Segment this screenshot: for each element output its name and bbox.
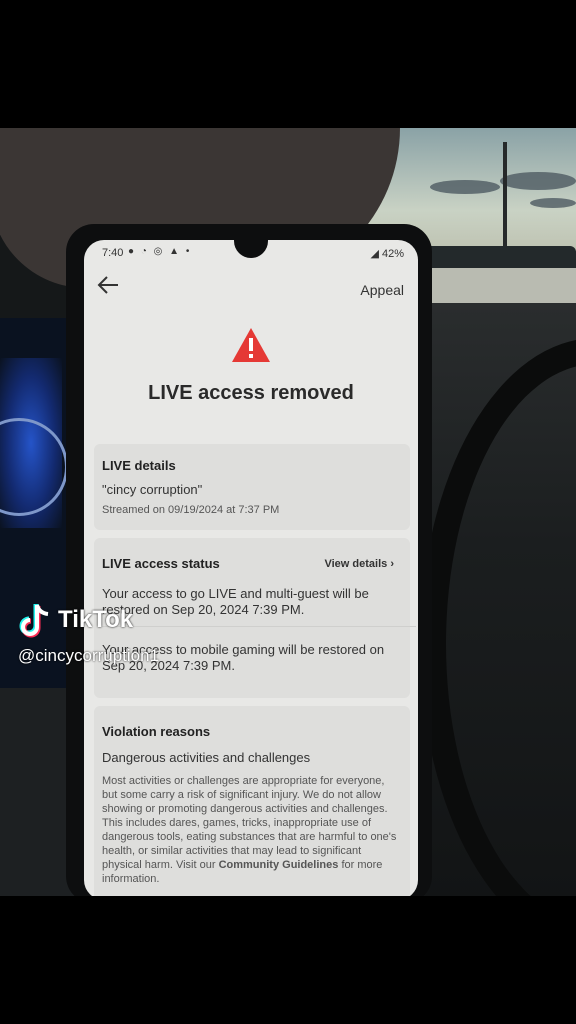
left-dashboard [0, 688, 76, 896]
tiktok-logo-icon [19, 604, 49, 638]
divider [100, 626, 416, 627]
live-restore-text: Your access to go LIVE and multi-guest w… [102, 586, 369, 617]
creator-handle: @cincycorruption1 [18, 646, 160, 665]
violation-description: Most activities or challenges are approp… [102, 774, 400, 886]
status-time: 7:40 [102, 247, 124, 259]
signal-icon: ◢ [370, 248, 382, 260]
streamed-on: Streamed on 09/19/2024 at 7:37 PM [102, 504, 280, 516]
view-details-label: View details [324, 558, 388, 570]
tiktok-wordmark: TikTok [58, 606, 134, 633]
page-title: LIVE access removed [148, 382, 354, 404]
cloud [430, 180, 500, 194]
violation-card: Violation reasons Dangerous activities a… [94, 706, 410, 896]
live-details-card: LIVE details "cincy corruption" Streamed… [94, 444, 410, 530]
battery-percent: 42% [381, 248, 404, 260]
notification-icons: ● ◔ ◎ ▲ • [128, 246, 192, 257]
violation-title: Violation reasons [102, 724, 211, 739]
view-details-link[interactable]: View details › [324, 558, 394, 570]
photo: 7:40 ● ◔ ◎ ▲ • ◢ 42% Appeal LIVE access … [0, 128, 576, 896]
chevron-right-icon: › [390, 558, 394, 570]
access-status-card: LIVE access status View details › Your a… [94, 538, 416, 698]
cloud [500, 172, 576, 190]
warning-icon [232, 328, 270, 362]
appeal-button[interactable]: Appeal [360, 282, 404, 298]
violation-reason: Dangerous activities and challenges [102, 750, 311, 765]
stream-name: "cincy corruption" [102, 482, 203, 497]
cloud [530, 198, 576, 208]
phone-screen: 7:40 ● ◔ ◎ ▲ • ◢ 42% Appeal LIVE access … [84, 240, 418, 896]
utility-pole [503, 142, 507, 250]
water [420, 268, 576, 306]
live-details-title: LIVE details [102, 458, 176, 473]
community-guidelines-link[interactable]: Community Guidelines [219, 859, 339, 871]
back-arrow-icon[interactable] [96, 274, 120, 296]
access-status-title: LIVE access status [102, 556, 220, 571]
battery-indicator: ◢ 42% [370, 247, 404, 260]
violation-description-text: Most activities or challenges are approp… [102, 775, 397, 871]
